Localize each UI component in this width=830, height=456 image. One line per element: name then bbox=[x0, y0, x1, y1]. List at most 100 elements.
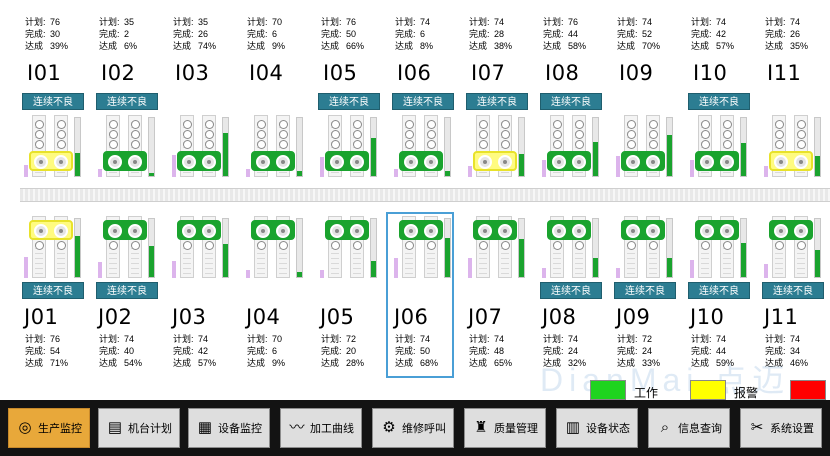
machine-graphic[interactable] bbox=[320, 115, 377, 179]
machine-graphic[interactable] bbox=[246, 115, 303, 179]
coil-icon bbox=[797, 241, 806, 250]
machine-graphic[interactable] bbox=[172, 216, 229, 280]
defect-badge[interactable]: 连续不良 bbox=[688, 282, 750, 299]
machine-graphic[interactable] bbox=[542, 216, 599, 280]
stat-value-done: 48 bbox=[494, 346, 505, 356]
station-id-label: J01 bbox=[24, 305, 59, 329]
coil-icon bbox=[331, 120, 340, 129]
spindle-holder bbox=[29, 220, 73, 240]
stat-value-plan: 74 bbox=[198, 334, 209, 344]
stat-row-plan: 计划: 72 bbox=[321, 333, 364, 345]
defect-badge[interactable]: 连续不良 bbox=[466, 93, 528, 110]
stat-row-done: 完成: 28 bbox=[469, 28, 512, 40]
taskbar-button-label: 信息查询 bbox=[678, 423, 722, 435]
stat-row-done: 完成: 42 bbox=[173, 345, 216, 357]
spindle-ring-icon bbox=[794, 155, 808, 169]
stat-row-rate: 达成 70% bbox=[617, 40, 660, 52]
stat-label-done: 完成: bbox=[321, 346, 342, 356]
machine-graphic[interactable] bbox=[468, 216, 525, 280]
taskbar-button-4[interactable]: 〰加工曲线 bbox=[280, 408, 362, 448]
progress-gauge-fill bbox=[371, 137, 376, 176]
stat-label-plan: 计划: bbox=[321, 334, 342, 344]
stat-label-plan: 计划: bbox=[99, 334, 120, 344]
coil-icon bbox=[649, 120, 658, 129]
taskbar-button-5[interactable]: ⚙ 维修呼叫 bbox=[372, 408, 454, 448]
station-stats: 计划: 35 完成: 26 达成 74% bbox=[173, 16, 216, 52]
spindle-ring-icon bbox=[202, 224, 216, 238]
stat-row-rate: 达成 9% bbox=[247, 357, 285, 369]
taskbar-button-2[interactable]: ▤ 机台计划 bbox=[98, 408, 180, 448]
machine-graphic[interactable] bbox=[172, 115, 229, 179]
coil-icon bbox=[405, 130, 414, 139]
taskbar-button-label: 系统设置 bbox=[770, 423, 814, 435]
spindle-ring-icon bbox=[108, 224, 122, 238]
stat-value-plan: 72 bbox=[642, 334, 653, 344]
station-id-label: I10 bbox=[693, 61, 728, 85]
machine-graphic[interactable] bbox=[24, 115, 81, 179]
taskbar-button-6[interactable]: ♜ 质量管理 bbox=[464, 408, 546, 448]
defect-badge[interactable]: 连续不良 bbox=[614, 282, 676, 299]
taskbar-button-1[interactable]: ◎ 生产监控 bbox=[8, 408, 90, 448]
defect-badge[interactable]: 连续不良 bbox=[392, 93, 454, 110]
defect-badge[interactable]: 连续不良 bbox=[96, 93, 158, 110]
defect-badge[interactable]: 连续不良 bbox=[22, 282, 84, 299]
machine-graphic[interactable] bbox=[394, 115, 451, 179]
purple-indicator bbox=[24, 257, 28, 278]
machine-graphic[interactable] bbox=[616, 216, 673, 280]
machine-graphic[interactable] bbox=[246, 216, 303, 280]
taskbar-button-3[interactable]: ▦ 设备监控 bbox=[188, 408, 270, 448]
machine-graphic[interactable] bbox=[468, 115, 525, 179]
progress-gauge-fill bbox=[149, 245, 154, 277]
machine-graphic[interactable] bbox=[98, 216, 155, 280]
coil-icon bbox=[257, 241, 266, 250]
machine-graphic[interactable] bbox=[320, 216, 377, 280]
legend-fault-swatch bbox=[790, 380, 826, 400]
defect-badge[interactable]: 连续不良 bbox=[96, 282, 158, 299]
coil-icon bbox=[649, 140, 658, 149]
stat-value-rate: 8% bbox=[420, 41, 434, 51]
stat-value-plan: 76 bbox=[346, 17, 357, 27]
stat-value-rate: 9% bbox=[272, 41, 286, 51]
station-stats: 计划: 74 完成: 48 达成 65% bbox=[469, 333, 512, 369]
machine-graphic[interactable] bbox=[690, 216, 747, 280]
machine-graphic[interactable] bbox=[24, 216, 81, 280]
progress-gauge bbox=[148, 218, 155, 278]
progress-gauge bbox=[518, 218, 525, 278]
stat-value-plan: 74 bbox=[790, 17, 801, 27]
stat-row-rate: 达成 9% bbox=[247, 40, 285, 52]
stat-label-rate: 达成 bbox=[543, 41, 562, 51]
stat-value-rate: 58% bbox=[568, 41, 587, 51]
coil-icon bbox=[279, 130, 288, 139]
machine-graphic[interactable] bbox=[764, 115, 821, 179]
stat-value-plan: 70 bbox=[272, 334, 283, 344]
defect-badge[interactable]: 连续不良 bbox=[22, 93, 84, 110]
spindle-holder bbox=[621, 151, 665, 171]
defect-badge[interactable]: 连续不良 bbox=[762, 282, 824, 299]
defect-badge[interactable]: 连续不良 bbox=[540, 282, 602, 299]
station-stats: 计划: 74 完成: 6 达成 8% bbox=[395, 16, 433, 52]
stat-row-done: 完成: 2 bbox=[99, 28, 137, 40]
spindle-holder bbox=[325, 151, 369, 171]
stat-row-plan: 计划: 74 bbox=[765, 333, 808, 345]
station-stats: 计划: 76 完成: 44 达成 58% bbox=[543, 16, 586, 52]
machine-graphic[interactable] bbox=[690, 115, 747, 179]
machine-graphic[interactable] bbox=[764, 216, 821, 280]
defect-badge[interactable]: 连续不良 bbox=[318, 93, 380, 110]
purple-indicator bbox=[320, 270, 324, 278]
progress-gauge bbox=[814, 117, 821, 177]
machine-graphic[interactable] bbox=[616, 115, 673, 179]
progress-gauge-fill bbox=[593, 142, 598, 176]
machine-graphic[interactable] bbox=[542, 115, 599, 179]
progress-gauge bbox=[74, 117, 81, 177]
taskbar-button-7[interactable]: ▥ 设备状态 bbox=[556, 408, 638, 448]
defect-badge[interactable]: 连续不良 bbox=[540, 93, 602, 110]
spindle-ring-icon bbox=[108, 155, 122, 169]
stat-label-plan: 计划: bbox=[25, 334, 46, 344]
taskbar-button-9[interactable]: ✂ 系统设置 bbox=[740, 408, 822, 448]
spindle-ring-icon bbox=[54, 224, 68, 238]
machine-graphic[interactable] bbox=[98, 115, 155, 179]
taskbar-button-8[interactable]: ⌕ 信息查询 bbox=[648, 408, 730, 448]
defect-badge[interactable]: 连续不良 bbox=[688, 93, 750, 110]
stat-label-done: 完成: bbox=[765, 29, 786, 39]
stat-row-done: 完成: 20 bbox=[321, 345, 364, 357]
